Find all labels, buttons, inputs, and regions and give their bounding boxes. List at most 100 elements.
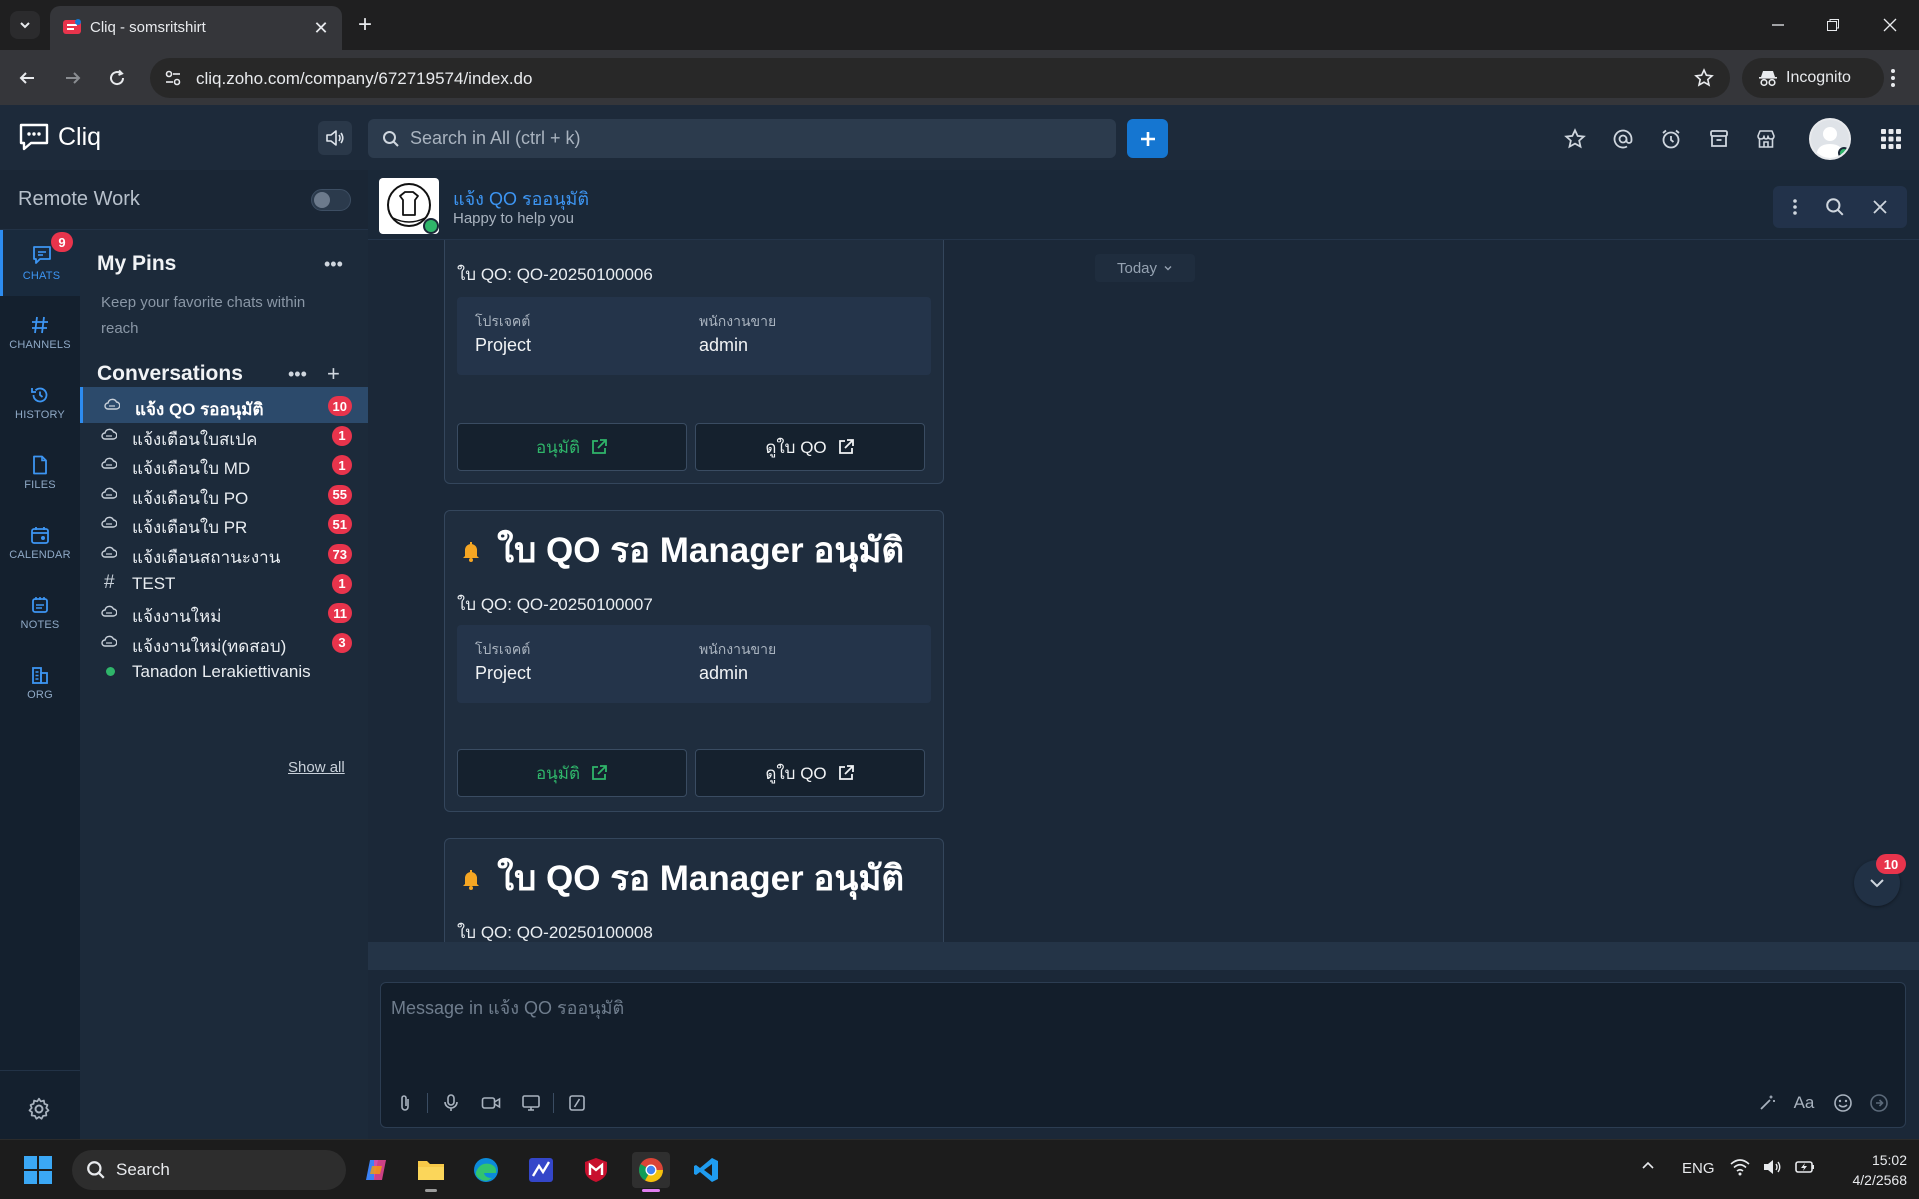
qo-number: ใบ QO: QO-20250100006 (457, 265, 653, 284)
incognito-label: Incognito (1786, 69, 1851, 86)
search-input[interactable] (410, 128, 1090, 149)
starred-button[interactable] (1561, 125, 1589, 153)
browser-menu-button[interactable] (1878, 63, 1908, 93)
rail-item-channels[interactable]: CHANNELS (0, 300, 80, 366)
rail-label: CHANNELS (9, 339, 71, 351)
magic-wand-icon[interactable] (1755, 1091, 1779, 1115)
rail-item-files[interactable]: FILES (0, 440, 80, 506)
message-area[interactable]: Today ใบ QO: QO-20250100006 โปรเจคต์ Pro… (368, 240, 1919, 942)
taskbar-search[interactable]: Search (72, 1150, 346, 1190)
announcements-button[interactable] (318, 121, 352, 155)
chat-action-group (1773, 186, 1907, 228)
tab-search-button[interactable] (10, 11, 40, 39)
screen-share-icon[interactable] (519, 1091, 543, 1115)
system-clock[interactable]: 15:02 4/2/2568 (1827, 1150, 1908, 1190)
restore-icon[interactable] (1813, 10, 1853, 40)
close-icon[interactable] (1872, 199, 1888, 215)
rail-item-notes[interactable]: NOTES (0, 580, 80, 646)
tray-overflow-icon[interactable] (1640, 1158, 1656, 1174)
conversations-more-icon[interactable]: ••• (288, 364, 307, 385)
create-new-button[interactable] (1127, 119, 1168, 158)
mentions-button[interactable] (1609, 125, 1637, 153)
rail-item-org[interactable]: ORG (0, 650, 80, 716)
slash-command-icon[interactable] (565, 1091, 589, 1115)
bot-icon (101, 427, 117, 441)
alarm-clock-icon (1660, 128, 1682, 150)
taskbar-mcafee[interactable] (577, 1152, 615, 1188)
archive-box-icon (1708, 128, 1730, 150)
taskbar-app-blue[interactable] (522, 1152, 560, 1188)
new-tab-button[interactable]: + (352, 11, 378, 38)
more-options-icon[interactable] (1792, 198, 1798, 216)
message-input[interactable] (391, 993, 1891, 1063)
approve-button[interactable]: อนุมัติ (457, 749, 687, 797)
url-text[interactable]: cliq.zoho.com/company/672719574/index.do (196, 69, 532, 89)
taskbar-edge[interactable] (467, 1152, 505, 1188)
incognito-indicator[interactable]: Incognito (1742, 58, 1884, 98)
view-qo-label: ดูใบ QO (765, 437, 827, 457)
view-qo-button[interactable]: ดูใบ QO (695, 749, 925, 797)
qo-approval-card: ใบ QO: QO-20250100006 โปรเจคต์ Project พ… (444, 240, 944, 484)
text-format-icon[interactable]: Aa (1790, 1091, 1818, 1115)
rail-item-calendar[interactable]: CALENDAR (0, 510, 80, 576)
reload-button[interactable] (102, 63, 132, 93)
taskbar-chrome[interactable] (632, 1152, 670, 1192)
forward-button[interactable] (58, 63, 88, 93)
search-icon (86, 1160, 106, 1180)
bot-icon (101, 604, 117, 618)
rail-item-history[interactable]: HISTORY (0, 370, 80, 436)
bot-icon (101, 545, 117, 559)
history-icon (30, 385, 50, 405)
close-window-icon[interactable] (1870, 10, 1910, 40)
back-button[interactable] (12, 63, 42, 93)
browser-tab-active[interactable]: Cliq - somsritshirt ✕ (50, 6, 342, 50)
search-in-chat-icon[interactable] (1825, 197, 1845, 217)
chart-app-icon (527, 1156, 555, 1184)
add-conversation-icon[interactable]: + (327, 361, 340, 387)
app-logo[interactable]: Cliq (18, 122, 101, 152)
volume-icon[interactable] (1762, 1158, 1782, 1176)
bot-avatar[interactable] (379, 178, 439, 234)
settings-button[interactable] (26, 1096, 52, 1127)
wifi-icon[interactable] (1730, 1158, 1750, 1176)
rail-item-chats[interactable]: CHATS 9 (0, 230, 80, 296)
archive-button[interactable] (1705, 125, 1733, 153)
rail-label: FILES (24, 479, 56, 491)
close-tab-icon[interactable]: ✕ (310, 17, 332, 39)
taskbar-vscode[interactable] (687, 1152, 725, 1188)
remote-work-toggle[interactable] (311, 189, 351, 211)
qo-approval-card: ใบ QO รอ Manager อนุมัติ ใบ QO: QO-20250… (444, 838, 944, 942)
hash-icon: # (104, 571, 115, 593)
emoji-icon[interactable] (1831, 1091, 1855, 1115)
taskbar-copilot[interactable] (357, 1152, 395, 1188)
show-all-link[interactable]: Show all (288, 759, 345, 776)
unread-count-badge: 10 (1876, 854, 1906, 874)
pins-more-icon[interactable]: ••• (324, 254, 343, 275)
reminders-button[interactable] (1657, 125, 1685, 153)
input-language[interactable]: ENG (1682, 1160, 1715, 1177)
battery-icon[interactable] (1794, 1158, 1816, 1176)
view-qo-button[interactable]: ดูใบ QO (695, 423, 925, 471)
marketplace-button[interactable] (1752, 125, 1780, 153)
calendar-icon (30, 525, 50, 545)
video-icon[interactable] (479, 1091, 503, 1115)
approve-button[interactable]: อนุมัติ (457, 423, 687, 471)
windows-start-icon[interactable] (22, 1154, 54, 1186)
send-icon[interactable] (1867, 1091, 1891, 1115)
app-launcher-button[interactable] (1877, 125, 1905, 153)
conversation-item[interactable]: Tanadon Lerakiettivanis (80, 653, 368, 689)
rail-label: CALENDAR (9, 549, 71, 561)
attach-icon[interactable] (393, 1091, 417, 1115)
minimize-icon[interactable] (1758, 10, 1798, 40)
chat-title[interactable]: แจ้ง QO รออนุมัติ (453, 184, 589, 213)
user-avatar[interactable] (1809, 118, 1851, 160)
date-divider[interactable]: Today (1095, 254, 1195, 282)
pins-empty-hint: Keep your favorite chats within reach (101, 294, 306, 337)
taskbar-file-explorer[interactable] (412, 1152, 450, 1192)
message-composer[interactable]: Aa (380, 982, 1906, 1128)
bookmark-star-icon[interactable] (1694, 68, 1714, 88)
address-bar[interactable]: cliq.zoho.com/company/672719574/index.do (150, 58, 1730, 98)
microphone-icon[interactable] (439, 1091, 463, 1115)
global-search[interactable] (368, 119, 1116, 158)
site-info-icon[interactable] (164, 69, 182, 87)
